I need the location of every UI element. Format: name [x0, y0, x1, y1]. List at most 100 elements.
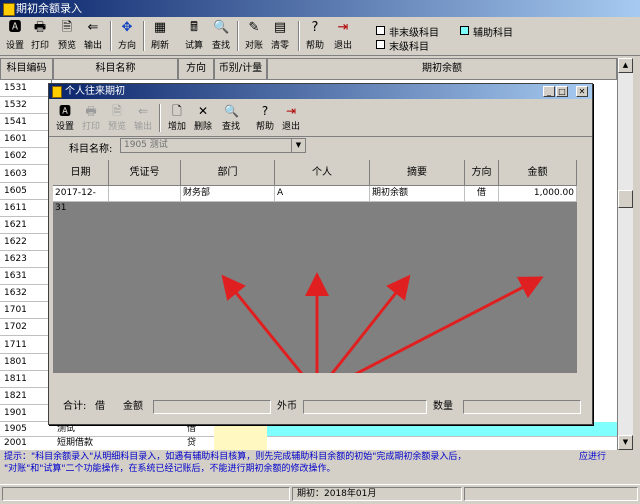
- col-header-name[interactable]: 科目名称: [53, 58, 178, 80]
- legend-aux-swatch: [460, 26, 469, 35]
- annotation-arrow: [354, 276, 544, 373]
- toolbar-button-5[interactable]: ✥ 方向: [114, 19, 140, 53]
- toolbar-button-label: 对账: [244, 41, 263, 51]
- dialog-toolbar-button-1[interactable]: 🅰 设置: [53, 104, 77, 134]
- account-code-cell[interactable]: 1611: [0, 199, 52, 217]
- toolbar-button-11[interactable]: ? 帮助: [302, 19, 328, 53]
- hint-line-1: 提示："科目余额录入"从明细科目录入，如遇有辅助科目核算，则先完成辅助科目余额的…: [4, 452, 467, 462]
- dialog-title: 个人往来期初: [65, 86, 125, 97]
- account-code-cell[interactable]: 1901: [0, 404, 52, 422]
- toolbar-button-label: 帮助: [305, 41, 324, 51]
- toolbar-button-8[interactable]: 🔍 查找: [208, 19, 234, 53]
- scroll-down-button[interactable]: ▼: [618, 435, 633, 450]
- print-icon: 🖶: [85, 104, 97, 118]
- dialog-toolbar-button-6[interactable]: ✕ 删除: [191, 104, 215, 134]
- annotation-arrow: [330, 274, 411, 373]
- scroll-up-button[interactable]: ▲: [618, 58, 633, 73]
- export-icon: ⇐: [87, 20, 99, 35]
- toolbar-button-7[interactable]: 🖩 试算: [181, 19, 207, 53]
- scroll-thumb[interactable]: [618, 190, 633, 208]
- toolbar-button-10[interactable]: ▤ 清零: [267, 19, 293, 53]
- account-code-cell[interactable]: 1821: [0, 387, 52, 405]
- row-code: 2001: [4, 438, 27, 448]
- account-code-cell[interactable]: 1702: [0, 319, 52, 337]
- reconcile-icon: ✎: [248, 20, 260, 35]
- status-period: 期初：2018年01月: [292, 487, 462, 501]
- toolbar-button-12[interactable]: ⇥ 退出: [330, 19, 356, 53]
- account-code-cell[interactable]: 1601: [0, 131, 52, 149]
- account-code-cell[interactable]: 1531: [0, 80, 52, 97]
- account-code-cell[interactable]: 1623: [0, 251, 52, 268]
- dialog-toolbar-button-2: 🖶 打印: [79, 104, 103, 134]
- account-select[interactable]: 1905 测试 ▼: [120, 138, 306, 153]
- toolbar-button-9[interactable]: ✎ 对账: [241, 19, 267, 53]
- col-header-currency[interactable]: 币别/计量: [214, 58, 267, 80]
- clear-icon: ▤: [273, 20, 287, 35]
- hint-line-2: "对账"和"试算"二个功能操作，在系统已经记账后，不能进行期初余额的修改操作。: [4, 464, 336, 474]
- account-code-cell[interactable]: 1602: [0, 148, 52, 166]
- hint-text: 提示："科目余额录入"从明细科目录入，如遇有辅助科目核算，则先完成辅助科目余额的…: [4, 451, 634, 481]
- dialog-toolbar-button-8[interactable]: ? 帮助: [253, 104, 277, 134]
- account-code-cell[interactable]: 1631: [0, 268, 52, 286]
- toolbar-button-6[interactable]: ▦ 刷新: [147, 19, 173, 53]
- account-select-value: 1905 测试: [124, 140, 168, 150]
- footer-amount-label: 金额: [123, 401, 143, 412]
- toolbar-button-4[interactable]: ⇐ 输出: [80, 19, 106, 53]
- row-code: 1905: [4, 424, 27, 434]
- settings-icon: 🅰: [58, 104, 71, 118]
- dialog-toolbar-label: 退出: [281, 122, 300, 132]
- footer-qty-value: [463, 400, 581, 414]
- account-code-cell[interactable]: 1603: [0, 165, 52, 183]
- maximize-icon[interactable]: □: [556, 86, 568, 97]
- account-name-label: 科目名称:: [69, 144, 113, 155]
- hint-line-1-tail: 应进行: [578, 452, 606, 462]
- col-header-code[interactable]: 科目编码: [0, 58, 53, 80]
- account-code-cell[interactable]: 1811: [0, 370, 52, 388]
- account-code-cell[interactable]: 1541: [0, 114, 52, 132]
- toolbar-button-1[interactable]: 🅰 设置: [2, 19, 28, 53]
- legend-non-leaf-label: 非末级科目: [389, 28, 439, 39]
- legend-leaf-swatch: [376, 40, 385, 49]
- toolbar-button-label: 查找: [211, 41, 230, 51]
- row-direction: 贷: [187, 438, 197, 448]
- toolbar-button-label: 输出: [83, 41, 102, 51]
- add-icon: 🗋: [172, 104, 182, 118]
- dialog-toolbar-button-5[interactable]: 🗋 增加: [165, 104, 189, 134]
- dialog-toolbar-button-7[interactable]: 🔍 查找: [219, 104, 243, 134]
- delete-icon: ✕: [197, 104, 209, 118]
- window-title: 期初余额录入: [16, 2, 82, 15]
- legend-non-leaf-swatch: [376, 26, 385, 35]
- minimize-icon[interactable]: _: [543, 86, 555, 97]
- toolbar-button-label: 刷新: [150, 41, 169, 51]
- chevron-down-icon[interactable]: ▼: [291, 139, 305, 152]
- trial-balance-icon: 🖩: [190, 20, 198, 35]
- dialog-toolbar-label: 删除: [193, 122, 212, 132]
- account-code-cell[interactable]: 1532: [0, 97, 52, 115]
- export-icon: ⇐: [137, 104, 149, 118]
- dialog-toolbar-button-9[interactable]: ⇥ 退出: [279, 104, 303, 134]
- account-code-cell[interactable]: 1701: [0, 302, 52, 320]
- account-code-cell[interactable]: 1621: [0, 216, 52, 234]
- currency-cell[interactable]: [214, 436, 267, 450]
- account-code-cell[interactable]: 1801: [0, 353, 52, 371]
- toolbar-button-label: 预览: [57, 41, 76, 51]
- annotation-arrow: [221, 274, 304, 373]
- footer-fx-value: [303, 400, 427, 414]
- account-code-cell[interactable]: 1632: [0, 285, 52, 303]
- col-header-direction[interactable]: 方向: [178, 58, 214, 80]
- dialog-toolbar-label: 设置: [55, 122, 74, 132]
- vertical-scrollbar[interactable]: ▲ ▼: [617, 58, 633, 450]
- toolbar-button-3[interactable]: 🗎 预览: [54, 19, 80, 53]
- col-header-opening-balance[interactable]: 期初余额: [267, 58, 617, 80]
- account-code-cell[interactable]: 1622: [0, 233, 52, 251]
- toolbar-separator: [143, 21, 145, 51]
- account-code-cell[interactable]: 1711: [0, 336, 52, 354]
- close-icon[interactable]: ✕: [576, 86, 588, 97]
- window-title-bar: 期初余额录入: [0, 0, 640, 17]
- footer-total-direction: 借: [95, 401, 105, 412]
- help-icon: ?: [311, 20, 319, 35]
- account-code-cell[interactable]: 1605: [0, 182, 52, 200]
- table-row[interactable]: 2001 短期借款 贷: [0, 436, 617, 450]
- dialog-toolbar-button-4: ⇐ 输出: [131, 104, 155, 134]
- toolbar-button-2[interactable]: 🖶 打印: [27, 19, 53, 53]
